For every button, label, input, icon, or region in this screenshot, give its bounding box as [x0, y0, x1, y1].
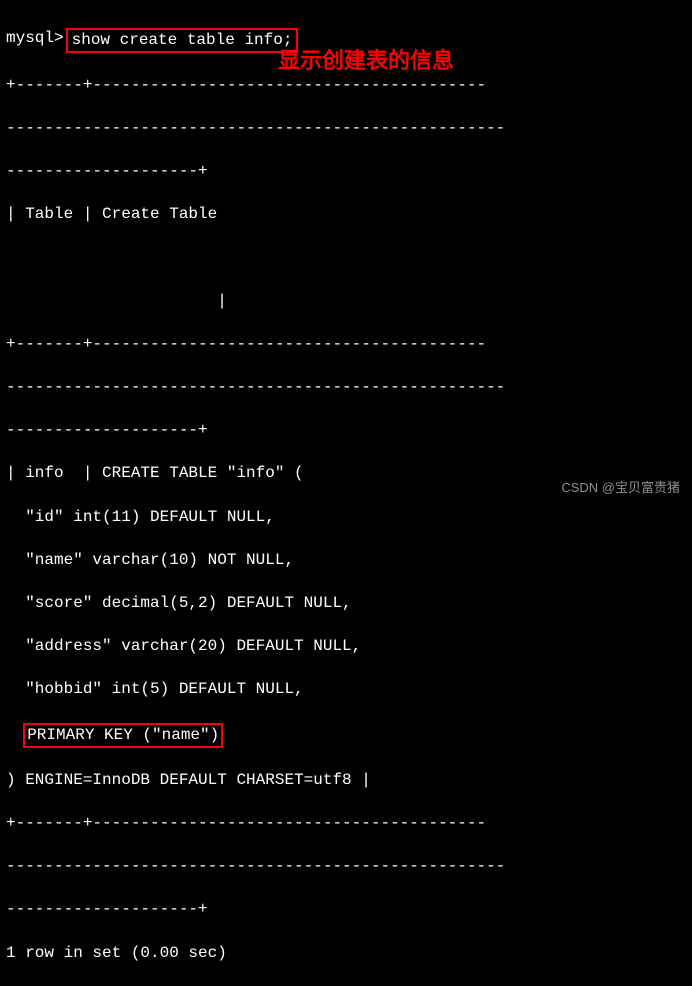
blank-line	[6, 248, 692, 270]
column-def-address: "address" varchar(20) DEFAULT NULL,	[6, 636, 692, 658]
separator-line: ----------------------------------------…	[6, 856, 692, 878]
table-header: | Table | Create Table	[6, 204, 692, 226]
separator-line: +-------+-------------------------------…	[6, 334, 692, 356]
engine-line: ) ENGINE=InnoDB DEFAULT CHARSET=utf8 |	[6, 770, 692, 792]
separator-line: --------------------+	[6, 420, 692, 442]
separator-line: ----------------------------------------…	[6, 118, 692, 140]
sql-command[interactable]: show create table info;	[72, 31, 293, 49]
primary-key-highlight-box: PRIMARY KEY ("name")	[23, 723, 223, 749]
column-def-name: "name" varchar(10) NOT NULL,	[6, 550, 692, 572]
annotation-label: 显示创建表的信息	[278, 46, 454, 76]
separator-line: --------------------+	[6, 899, 692, 921]
separator-line: +-------+-------------------------------…	[6, 813, 692, 835]
column-def-id: "id" int(11) DEFAULT NULL,	[6, 507, 692, 529]
primary-key-def: PRIMARY KEY ("name")	[27, 726, 219, 744]
watermark: CSDN @宝贝富贵猪	[561, 479, 680, 497]
mysql-prompt: mysql>	[6, 28, 64, 50]
separator-line: +-------+-------------------------------…	[6, 75, 692, 97]
table-header-end: |	[6, 291, 692, 313]
column-def-hobbid: "hobbid" int(5) DEFAULT NULL,	[6, 679, 692, 701]
separator-line: --------------------+	[6, 161, 692, 183]
command-highlight-box: show create table info;	[66, 28, 299, 54]
separator-line: ----------------------------------------…	[6, 377, 692, 399]
column-def-score: "score" decimal(5,2) DEFAULT NULL,	[6, 593, 692, 615]
result-footer: 1 row in set (0.00 sec)	[6, 943, 692, 965]
